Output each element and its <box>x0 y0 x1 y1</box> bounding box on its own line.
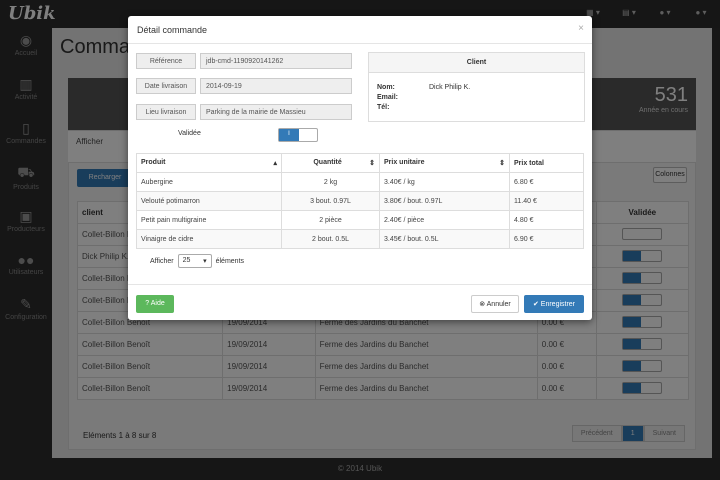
client-name-label: Nom: <box>377 84 395 91</box>
show-suffix: éléments <box>215 257 245 265</box>
client-email-label: Email: <box>377 94 399 101</box>
validated-toggle[interactable]: I <box>278 128 318 142</box>
check-icon: ✔ <box>532 301 541 308</box>
save-button[interactable]: ✔ Enregistrer <box>524 295 584 313</box>
modal-header: Détail commande × <box>128 16 592 44</box>
validated-label: Validée <box>178 130 201 137</box>
column-header-quantite[interactable]: Quantité ⇕ <box>281 153 380 173</box>
column-header-prix-unitaire[interactable]: Prix unitaire ⇕ <box>379 153 510 173</box>
client-name-value: Dick Philip K. <box>429 84 471 91</box>
sort-asc-icon: ▴ <box>273 160 277 167</box>
reference-field[interactable]: jdb-cmd-1190920141262 <box>200 53 352 69</box>
table-row: Aubergine 2 kg 3.40€ / kg 6.80 € <box>136 172 584 192</box>
column-header-prix-total[interactable]: Prix total <box>509 153 584 173</box>
close-icon[interactable]: × <box>578 23 584 34</box>
client-heading: Client <box>369 53 584 73</box>
client-phone-label: Tél: <box>377 104 390 111</box>
cancel-button[interactable]: ⊗ Annuler <box>471 295 519 313</box>
client-box: Client Nom: Dick Philip K. Email: Tél: <box>368 52 585 122</box>
delivery-date-label: Date livraison <box>136 78 196 94</box>
sort-icon: ⇕ <box>499 160 505 167</box>
table-row: Petit pain multigraine 2 pièce 2.40€ / piè… <box>136 210 584 230</box>
products-table: Produit ▴ Quantité ⇕ Prix unitaire ⇕ Prix t… <box>136 153 584 249</box>
table-row: Velouté potimarron 3 bout. 0.97L 3.80€ / b… <box>136 191 584 211</box>
sort-icon: ⇕ <box>369 160 375 167</box>
delivery-place-label: Lieu livraison <box>136 104 196 120</box>
reference-label: Référence <box>136 53 196 69</box>
cancel-icon: ⊗ <box>479 301 487 308</box>
delivery-place-field[interactable]: Parking de la mairie de Massieu <box>200 104 352 120</box>
page-length-select[interactable]: 25 ▾ <box>177 254 212 268</box>
modal-footer: ? Aide ⊗ Annuler ✔ Enregistrer <box>128 284 592 320</box>
column-header-produit[interactable]: Produit ▴ <box>136 153 282 173</box>
show-label: Afficher <box>150 257 174 265</box>
help-button[interactable]: ? Aide <box>136 295 174 313</box>
delivery-date-field[interactable]: 2014-09-19 <box>200 78 352 94</box>
modal-title: Détail commande <box>137 25 208 35</box>
order-detail-modal: Détail commande × Référence jdb-cmd-1190… <box>128 16 592 320</box>
table-row: Vinaigre de cidre 2 bout. 0.5L 3.45€ / bou… <box>136 229 584 249</box>
chevron-down-icon: ▾ <box>203 258 207 265</box>
page-length-control: Afficher 25 ▾ éléments <box>150 254 244 268</box>
